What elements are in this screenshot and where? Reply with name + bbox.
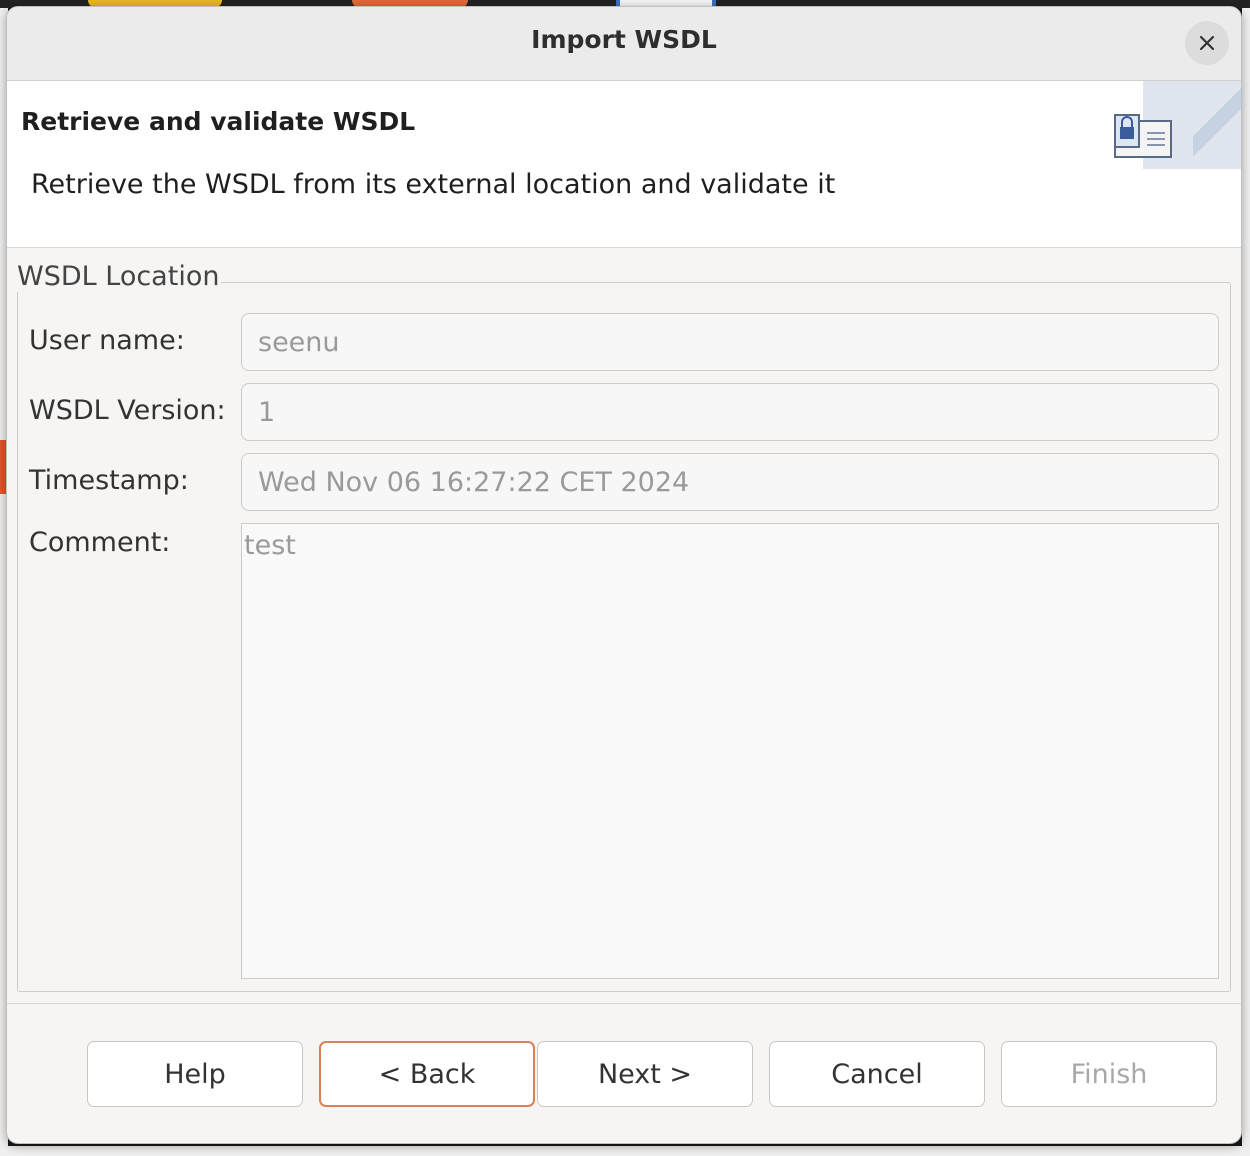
banner-description: Retrieve the WSDL from its external loca…: [31, 169, 836, 200]
comment-label: Comment:: [29, 527, 171, 558]
wsdl-version-field[interactable]: 1: [241, 383, 1219, 441]
wizard-banner: Retrieve and validate WSDL Retrieve the …: [7, 81, 1241, 248]
close-icon: [1199, 35, 1215, 51]
banner-title: Retrieve and validate WSDL: [21, 107, 416, 136]
cancel-button[interactable]: Cancel: [769, 1041, 985, 1107]
dialog-titlebar[interactable]: Import WSDL: [7, 7, 1241, 81]
timestamp-label: Timestamp:: [29, 465, 189, 496]
user-name-field[interactable]: seenu: [241, 313, 1219, 371]
dialog-title: Import WSDL: [531, 25, 717, 54]
help-button[interactable]: Help: [87, 1041, 303, 1107]
background-window: [0, 1146, 1250, 1156]
back-button[interactable]: < Back: [319, 1041, 535, 1107]
timestamp-field[interactable]: Wed Nov 06 16:27:22 CET 2024: [241, 453, 1219, 511]
finish-button[interactable]: Finish: [1001, 1041, 1217, 1107]
next-button[interactable]: Next >: [537, 1041, 753, 1107]
import-wsdl-dialog: Import WSDL Retrieve and validate WSDL R…: [6, 6, 1242, 1144]
close-button[interactable]: [1185, 21, 1229, 65]
group-legend: WSDL Location: [15, 261, 222, 292]
button-divider: [7, 1003, 1241, 1004]
user-name-label: User name:: [29, 325, 185, 356]
comment-textarea[interactable]: test: [241, 523, 1219, 979]
wizard-document-icon: [1114, 114, 1172, 158]
wsdl-version-label: WSDL Version:: [29, 395, 226, 426]
background-window: [1242, 8, 1250, 1156]
